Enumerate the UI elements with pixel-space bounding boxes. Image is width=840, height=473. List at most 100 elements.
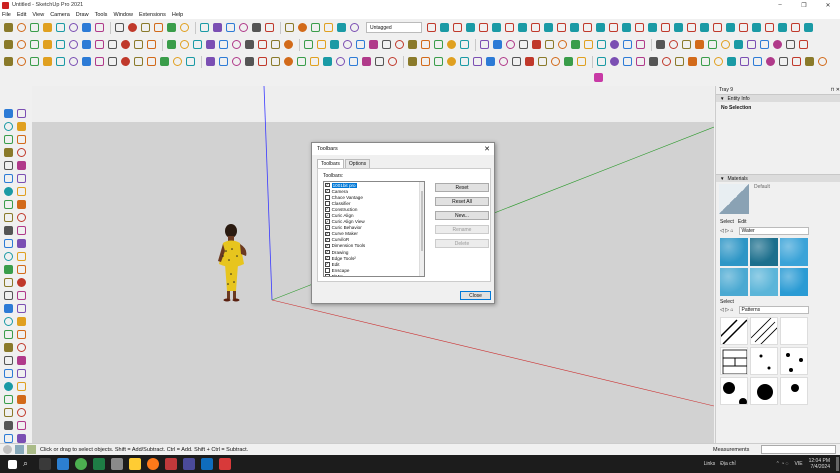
toolbar-tool-icon[interactable] — [563, 56, 574, 67]
toolbar-tool-icon[interactable] — [212, 22, 223, 33]
toolbar-tool-icon[interactable] — [537, 56, 548, 67]
menu-camera[interactable]: Camera — [50, 12, 70, 18]
toolbar-tool-icon[interactable] — [687, 56, 698, 67]
toolbar-tool-icon[interactable] — [648, 56, 659, 67]
toolbar-tool-icon[interactable] — [244, 56, 255, 67]
pattern-swatch[interactable] — [780, 377, 808, 405]
language-indicator[interactable]: VIE — [795, 461, 803, 467]
toolbar-tool-icon[interactable] — [3, 39, 14, 50]
toolbar-tool-icon[interactable] — [518, 39, 529, 50]
toolbar-tool-icon[interactable] — [622, 56, 633, 67]
toolbar-tool-icon[interactable] — [465, 22, 476, 33]
toolbar-tool-icon[interactable] — [557, 39, 568, 50]
left-tool-icon[interactable] — [3, 225, 14, 236]
toolbar-tool-icon[interactable] — [16, 39, 27, 50]
toolbar-tool-icon[interactable] — [803, 22, 814, 33]
toolbar-tool-icon[interactable] — [309, 56, 320, 67]
left-tool-icon[interactable] — [16, 316, 27, 327]
toolbar-tool-icon[interactable] — [387, 56, 398, 67]
minimize-button[interactable]: – — [768, 0, 792, 10]
toolbar-tool-icon[interactable] — [322, 56, 333, 67]
left-tool-icon[interactable] — [16, 238, 27, 249]
toolbar-tool-icon[interactable] — [146, 39, 157, 50]
widgets-icon[interactable] — [57, 458, 69, 470]
left-tool-icon[interactable] — [3, 212, 14, 223]
toolbar-checkbox[interactable]: ✓ — [325, 244, 330, 249]
left-tool-icon[interactable] — [16, 303, 27, 314]
toolbar-tool-icon[interactable] — [778, 56, 789, 67]
pdf-icon[interactable] — [165, 458, 177, 470]
toolbar-tool-icon[interactable] — [29, 56, 40, 67]
left-tool-icon[interactable] — [3, 355, 14, 366]
toolbar-tool-icon[interactable] — [712, 22, 723, 33]
toolbar-tool-icon[interactable] — [323, 22, 334, 33]
toolbar-tool-icon[interactable] — [355, 39, 366, 50]
extension-icon[interactable] — [593, 72, 604, 83]
water-material-swatch[interactable] — [720, 268, 748, 296]
left-tool-icon[interactable] — [3, 303, 14, 314]
toolbar-tool-icon[interactable] — [94, 39, 105, 50]
toolbar-tool-icon[interactable] — [498, 56, 509, 67]
left-tool-icon[interactable] — [16, 225, 27, 236]
toolbar-tool-icon[interactable] — [316, 39, 327, 50]
toolbar-tool-icon[interactable] — [635, 39, 646, 50]
toolbar-tool-icon[interactable] — [635, 56, 646, 67]
maximize-button[interactable]: ❐ — [792, 0, 816, 10]
water-material-swatch[interactable] — [750, 268, 778, 296]
left-tool-icon[interactable] — [16, 173, 27, 184]
toolbar-tool-icon[interactable] — [55, 39, 66, 50]
toolbar-tool-icon[interactable] — [485, 56, 496, 67]
left-tool-icon[interactable] — [3, 108, 14, 119]
pattern-swatch[interactable] — [780, 317, 808, 345]
toolbar-tool-icon[interactable] — [433, 39, 444, 50]
toolbar-tool-icon[interactable] — [257, 56, 268, 67]
toolbar-tool-icon[interactable] — [596, 39, 607, 50]
rename-button[interactable]: Rename — [435, 225, 489, 234]
toolbar-tool-icon[interactable] — [81, 56, 92, 67]
left-tool-icon[interactable] — [16, 251, 27, 262]
toolbar-tool-icon[interactable] — [446, 56, 457, 67]
toolbar-tool-icon[interactable] — [725, 22, 736, 33]
toolbar-tool-icon[interactable] — [159, 56, 170, 67]
network-icon[interactable]: ⌃ ◔ ◌ — [776, 461, 789, 467]
user-icon[interactable] — [27, 445, 36, 454]
left-tool-icon[interactable] — [3, 238, 14, 249]
reset-button[interactable]: Reset — [435, 183, 489, 192]
tab-select[interactable]: Select — [720, 219, 734, 225]
left-tool-icon[interactable] — [3, 290, 14, 301]
toolbar-tool-icon[interactable] — [544, 39, 555, 50]
tray-pin-icon[interactable]: ⊓ ✕ — [831, 87, 840, 93]
toolbar-tool-icon[interactable] — [751, 22, 762, 33]
left-tool-icon[interactable] — [16, 160, 27, 171]
left-tool-icon[interactable] — [3, 121, 14, 132]
secondary-back-icon[interactable]: ◁ ▷ ⌂ — [720, 307, 734, 313]
toolbar-tool-icon[interactable] — [257, 39, 268, 50]
toolbar-checkbox[interactable]: ✓ — [325, 262, 330, 267]
left-tool-icon[interactable] — [3, 147, 14, 158]
toolbar-tool-icon[interactable] — [596, 56, 607, 67]
toolbar-tool-icon[interactable] — [81, 22, 92, 33]
toolbar-tool-icon[interactable] — [133, 56, 144, 67]
toolbar-tool-icon[interactable] — [491, 22, 502, 33]
toolbar-tool-icon[interactable] — [3, 22, 14, 33]
toolbar-tool-icon[interactable] — [283, 56, 294, 67]
toolbar-list-item[interactable]: FlMm — [324, 273, 424, 276]
toolbar-tool-icon[interactable] — [570, 39, 581, 50]
toolbar-tool-icon[interactable] — [420, 56, 431, 67]
toolbar-checkbox[interactable]: ✓ — [325, 225, 330, 230]
start-icon[interactable] — [8, 459, 17, 469]
toolbar-tool-icon[interactable] — [42, 39, 53, 50]
app-icon[interactable] — [111, 458, 123, 470]
toolbar-tool-icon[interactable] — [764, 22, 775, 33]
menu-help[interactable]: Help — [172, 12, 183, 18]
left-tool-icon[interactable] — [3, 329, 14, 340]
toolbar-tool-icon[interactable] — [329, 39, 340, 50]
toolbar-tool-icon[interactable] — [192, 39, 203, 50]
toolbar-tool-icon[interactable] — [733, 39, 744, 50]
toolbar-checkbox[interactable]: ✓ — [325, 219, 330, 224]
toolbar-tool-icon[interactable] — [42, 56, 53, 67]
water-material-swatch[interactable] — [720, 238, 748, 266]
left-tool-icon[interactable] — [16, 381, 27, 392]
toolbar-tool-icon[interactable] — [694, 39, 705, 50]
toolbar-tool-icon[interactable] — [205, 56, 216, 67]
